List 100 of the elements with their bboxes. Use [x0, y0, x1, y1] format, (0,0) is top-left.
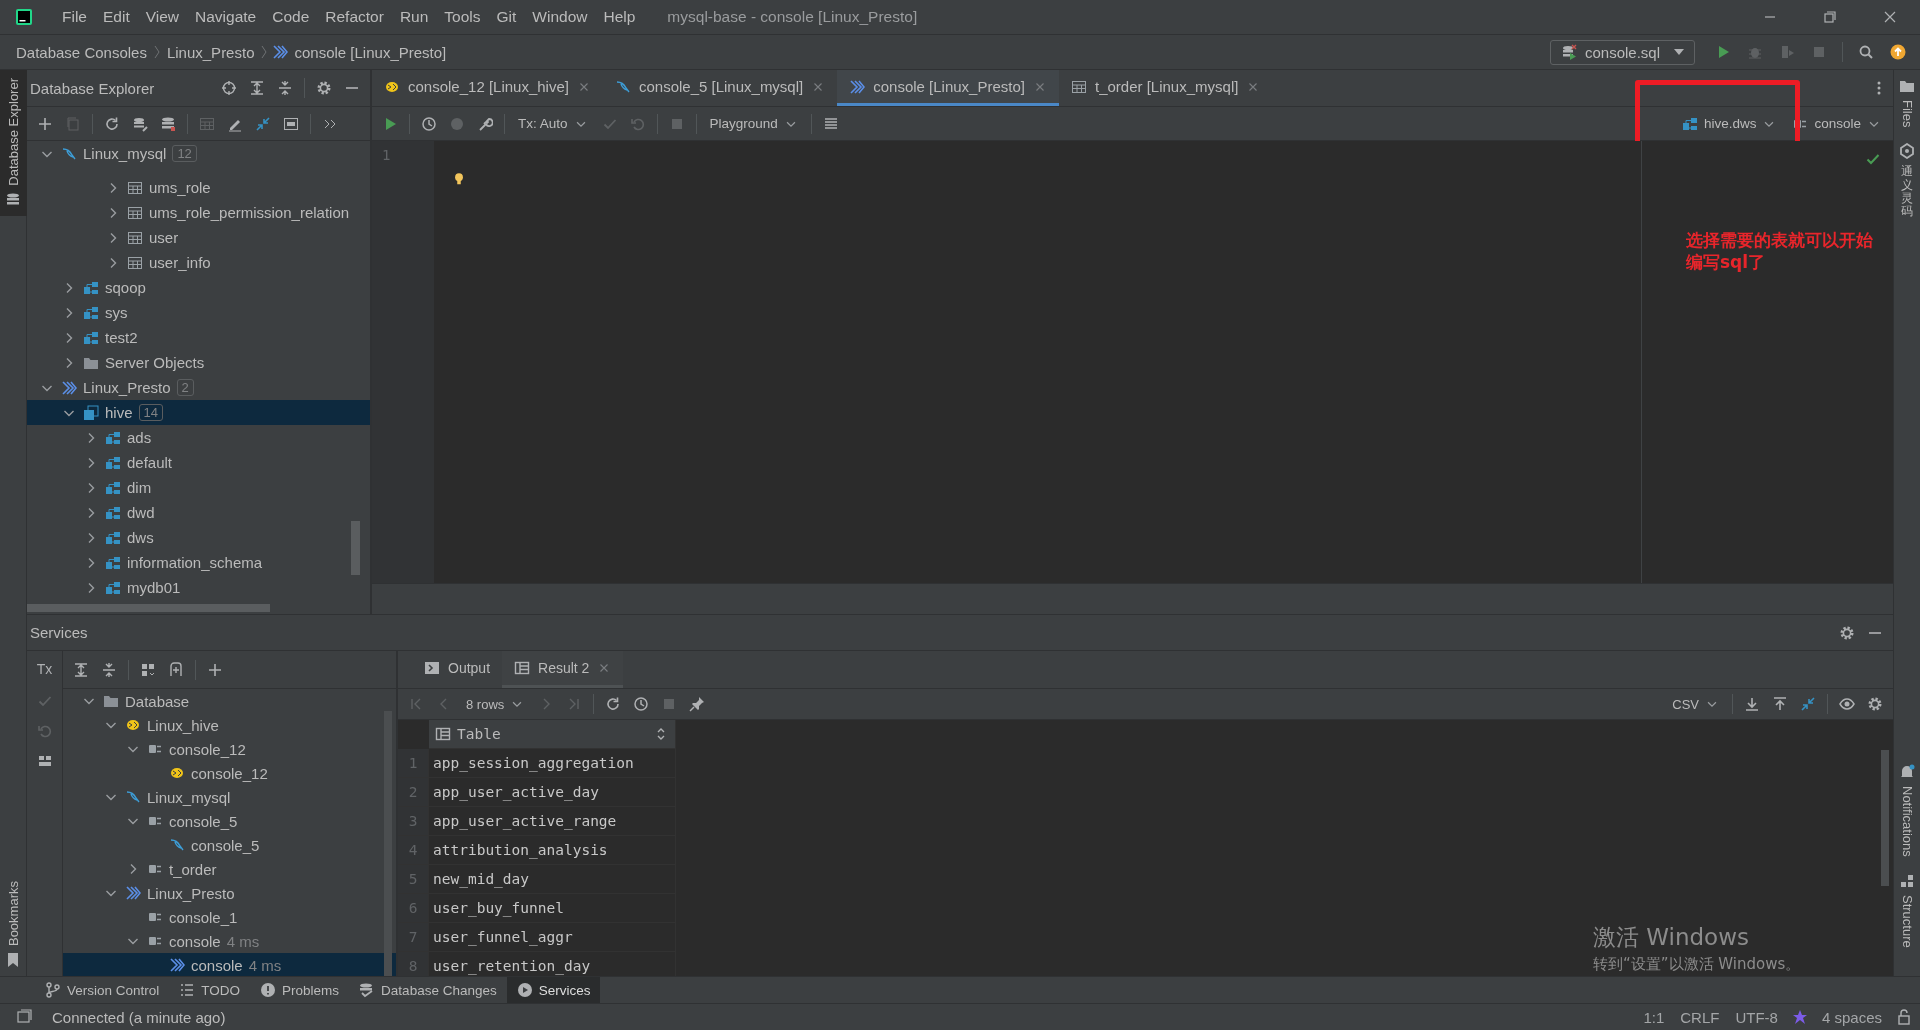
tree-item[interactable]: user_info [27, 250, 370, 275]
settings-icon[interactable] [316, 80, 332, 96]
rollback-icon[interactable] [36, 723, 53, 739]
tree-item[interactable]: default [27, 450, 370, 475]
tree-item[interactable]: ums_role_permission_relation [27, 200, 370, 225]
run-config-dropdown[interactable]: console.sql [1549, 39, 1695, 65]
tool-window-tab[interactable]: Database Changes [349, 977, 507, 1003]
scrollbar[interactable] [1881, 750, 1889, 886]
upload-icon[interactable] [1772, 696, 1788, 712]
caret-position[interactable]: 1:1 [1641, 1008, 1667, 1026]
menu-item[interactable]: Refactor [317, 8, 392, 26]
window-icon[interactable] [16, 1009, 32, 1025]
tree-item[interactable]: Linux_Presto [63, 881, 396, 905]
tree-item[interactable]: console 4 ms [63, 929, 396, 953]
tree-item[interactable]: information_schema [27, 550, 370, 575]
rows-icon[interactable] [822, 115, 839, 132]
tree-item[interactable]: Server Objects [27, 350, 370, 375]
tree-item[interactable]: t_order [63, 857, 396, 881]
side-tab[interactable]: Notifications [1893, 756, 1920, 866]
schema-dropdown[interactable]: hive.dws [1673, 115, 1785, 132]
tree-item[interactable]: ads [27, 425, 370, 450]
tree-item[interactable]: console_12 [63, 737, 396, 761]
result-tab[interactable]: Output [412, 651, 503, 688]
tree-item[interactable]: console 4 ms [63, 953, 396, 976]
add-service-icon[interactable] [168, 661, 184, 678]
tree-item[interactable]: dws [27, 525, 370, 550]
layout-icon[interactable] [36, 753, 53, 769]
tree-item[interactable]: sys [27, 300, 370, 325]
tree-item[interactable]: test2 [27, 325, 370, 350]
collapse-all-icon[interactable] [277, 80, 293, 96]
tree-item[interactable]: Linux_mysql [63, 785, 396, 809]
add-icon[interactable] [37, 115, 53, 132]
side-tab[interactable]: Structure [1893, 865, 1920, 956]
tree-item[interactable]: console_1 [63, 905, 396, 929]
tool-window-tab[interactable]: Version Control [35, 977, 170, 1003]
add-icon[interactable] [207, 661, 223, 678]
stop-icon[interactable] [1811, 44, 1827, 60]
database-wrench-icon[interactable] [132, 115, 148, 132]
side-tab[interactable]: 通义灵码 [1893, 135, 1920, 227]
tree-item[interactable]: dwd [27, 500, 370, 525]
tool-window-tab[interactable]: Problems [250, 977, 350, 1003]
menu-item[interactable]: Code [264, 8, 318, 26]
tree-item[interactable]: Database [63, 689, 396, 713]
menu-item[interactable]: Help [595, 8, 644, 26]
tree-item[interactable]: Linux_Presto 2 [27, 375, 370, 400]
settings-icon[interactable] [1867, 696, 1883, 712]
tree-item[interactable]: console_5 [63, 809, 396, 833]
menu-item[interactable]: Tools [436, 8, 489, 26]
tree-item[interactable]: ums_role [27, 175, 370, 200]
tree-item[interactable]: hive 14 [27, 400, 370, 425]
side-tab[interactable]: Bookmarks [0, 872, 27, 976]
side-tab[interactable]: Files [1893, 70, 1920, 136]
tx-button[interactable]: Tx [34, 659, 55, 679]
editor-tab[interactable]: console_5 [Linux_mysql] [602, 70, 838, 106]
menu-item[interactable]: View [137, 8, 188, 26]
menu-item[interactable]: Window [524, 8, 596, 26]
editor-tab[interactable]: console [Linux_Presto] [837, 70, 1059, 106]
menu-item[interactable]: Navigate [187, 8, 265, 26]
side-tab[interactable]: Database Explorer [0, 70, 27, 216]
tree-item[interactable]: console_12 [63, 761, 396, 785]
scrollbar[interactable] [384, 711, 392, 976]
settings-icon[interactable] [1839, 624, 1855, 641]
bulb-icon[interactable] [452, 171, 466, 187]
breadcrumb-item[interactable]: console [Linux_Presto] [292, 43, 449, 61]
compare-icon[interactable] [255, 115, 271, 132]
column-header[interactable]: Table [429, 720, 676, 749]
search-icon[interactable] [1858, 44, 1874, 60]
eye-icon[interactable] [1839, 696, 1855, 712]
database-icon[interactable] [160, 115, 176, 132]
scrollbar[interactable] [351, 521, 360, 575]
group-icon[interactable] [140, 661, 156, 678]
export-format-dropdown[interactable]: CSV [1664, 696, 1727, 712]
update-icon[interactable] [1890, 44, 1906, 60]
scrollbar[interactable] [27, 604, 270, 612]
coverage-icon[interactable] [1779, 44, 1795, 60]
menu-item[interactable]: Edit [95, 8, 138, 26]
tool-window-tab[interactable]: Services [506, 977, 601, 1003]
table-icon[interactable] [199, 115, 215, 132]
compare-icon[interactable] [1800, 696, 1816, 712]
tree-item[interactable]: mydb01 [27, 575, 370, 600]
indent-setting[interactable]: 4 spaces [1819, 1008, 1884, 1026]
expand-all-icon[interactable] [73, 661, 89, 678]
menu-item[interactable]: File [54, 8, 95, 26]
mode-dropdown[interactable]: Playground [701, 116, 806, 131]
tree-item[interactable]: Linux_mysql 12 [27, 141, 370, 166]
console-icon[interactable] [283, 115, 299, 132]
tree-item[interactable]: Linux_hive [63, 713, 396, 737]
menu-item[interactable]: Git [488, 8, 525, 26]
locate-icon[interactable] [221, 80, 237, 96]
breadcrumb-item[interactable]: Linux_Presto [164, 43, 257, 61]
tree-item[interactable]: console_5 [63, 833, 396, 857]
history-icon[interactable] [633, 696, 650, 712]
file-encoding[interactable]: UTF-8 [1733, 1008, 1780, 1026]
line-ending[interactable]: CRLF [1678, 1008, 1722, 1026]
editor-tab[interactable]: t_order [Linux_mysql] [1059, 70, 1273, 106]
tool-window-tab[interactable]: TODO [169, 977, 251, 1003]
download-icon[interactable] [1744, 696, 1760, 712]
refresh-icon[interactable] [605, 696, 622, 712]
tree-item[interactable]: sqoop [27, 275, 370, 300]
expand-all-icon[interactable] [249, 80, 265, 96]
